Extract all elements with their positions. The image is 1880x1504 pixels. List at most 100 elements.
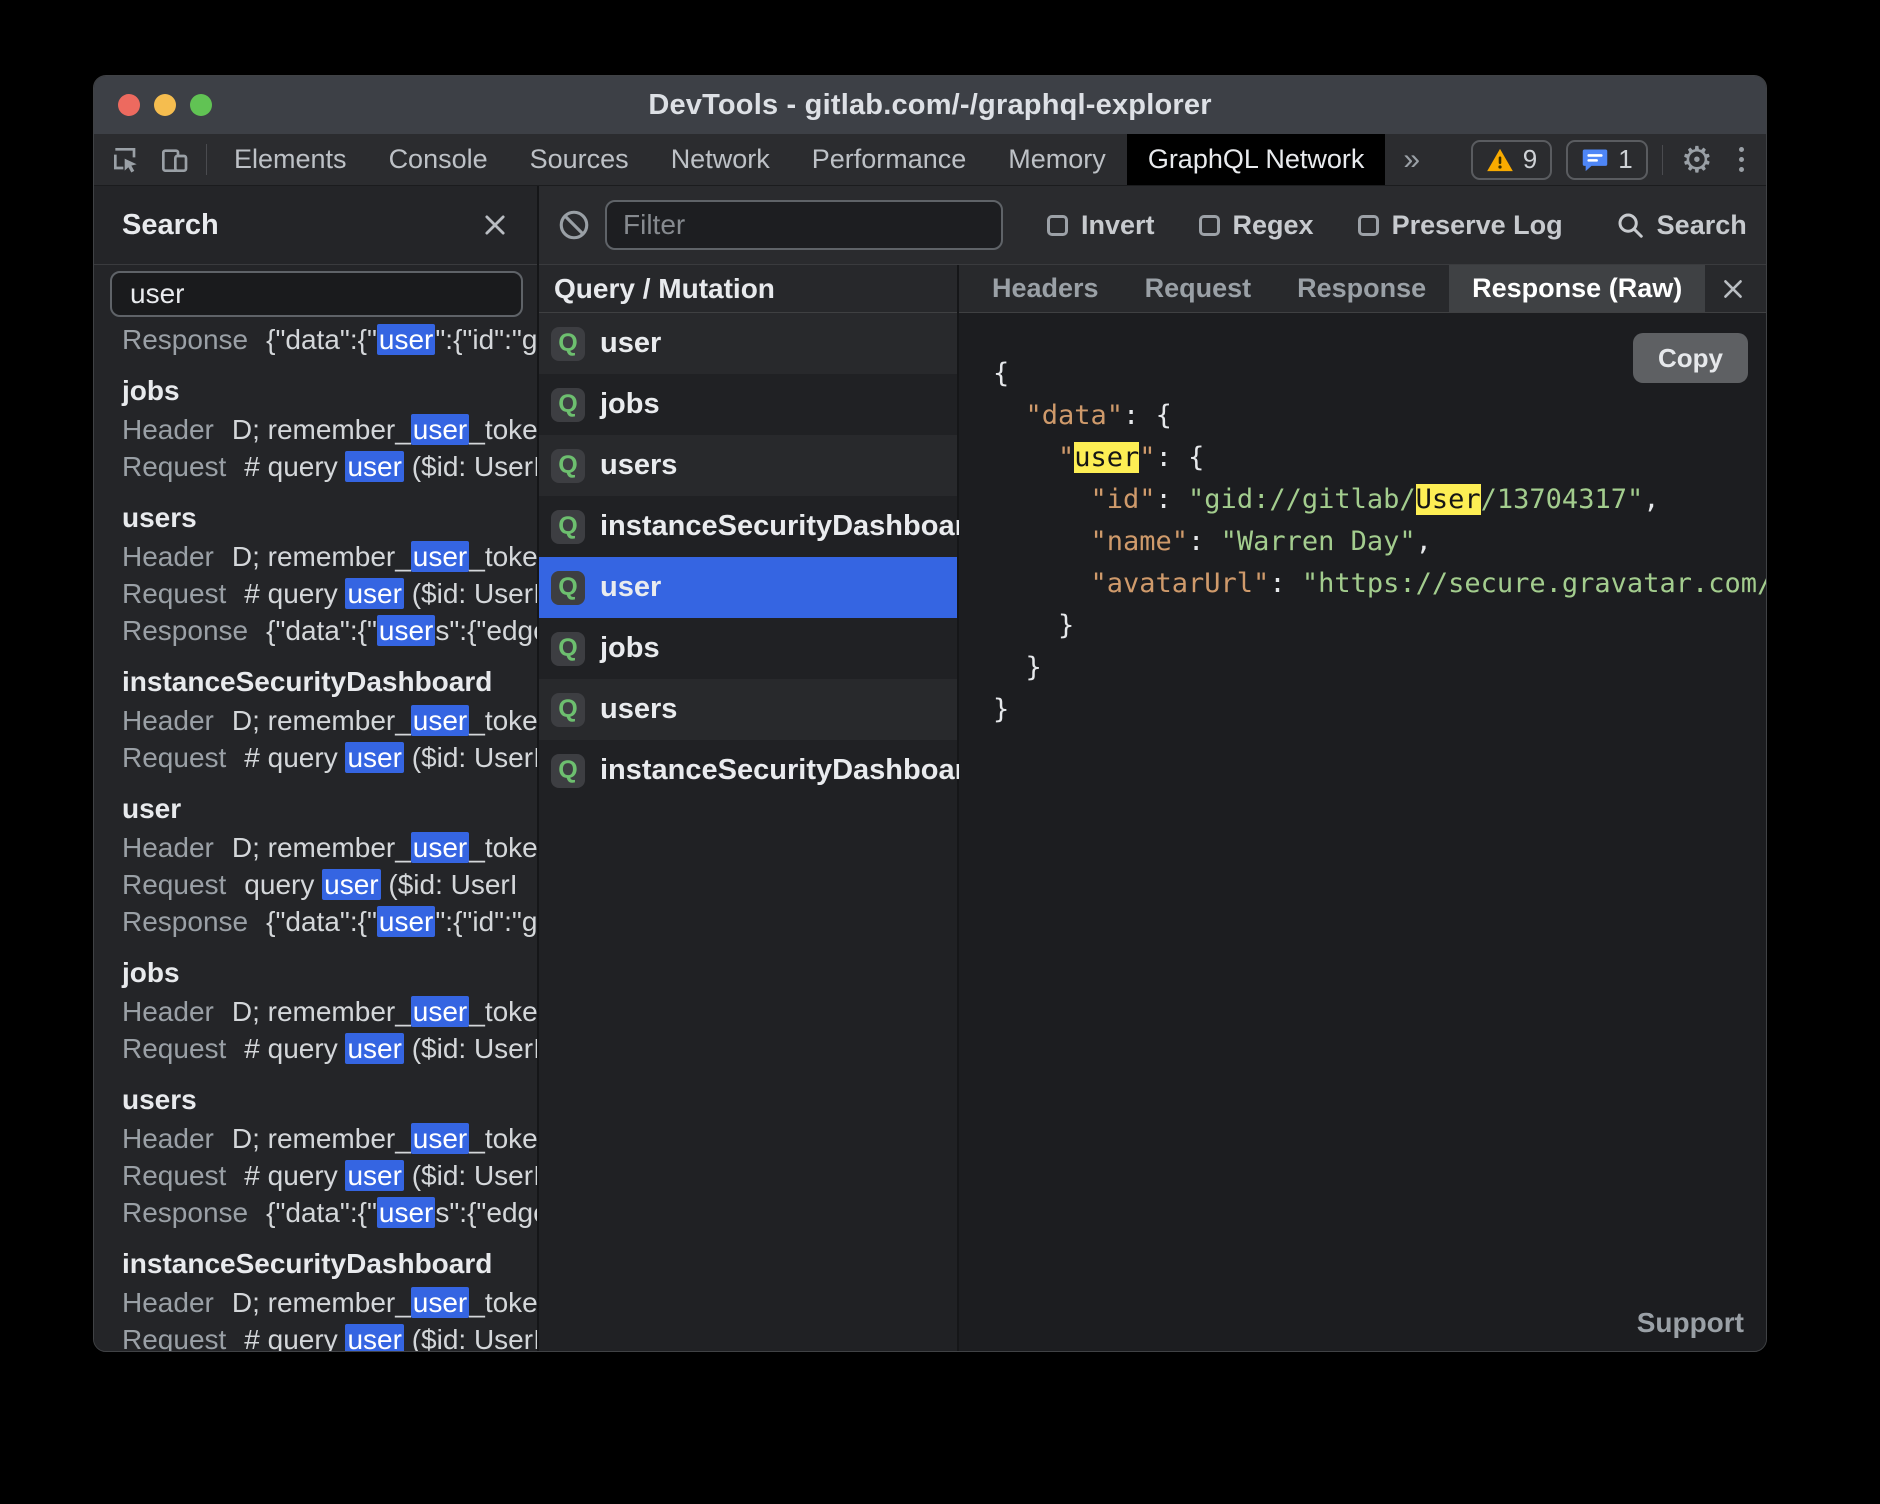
detail-tab-request[interactable]: Request <box>1122 265 1275 312</box>
block-icon[interactable] <box>557 208 591 242</box>
search-toggle[interactable]: Search <box>1615 210 1747 241</box>
query-row-user[interactable]: Quser <box>539 557 957 618</box>
json-token: : <box>1123 400 1156 431</box>
copy-button[interactable]: Copy <box>1633 333 1748 383</box>
kebab-menu-icon[interactable] <box>1731 147 1752 172</box>
minimize-window-button[interactable] <box>154 94 176 116</box>
zoom-window-button[interactable] <box>190 94 212 116</box>
search-result-line[interactable]: HeaderD; remember_user_token=e <box>122 993 537 1030</box>
json-token: , <box>1416 526 1432 557</box>
search-result-line[interactable]: HeaderD; remember_user_token=e <box>122 1120 537 1157</box>
search-result-line[interactable]: Response{"data":{"user":{"id":"gid <box>122 321 537 358</box>
query-type-badge: Q <box>551 632 585 666</box>
filter-input[interactable] <box>605 200 1003 250</box>
tab-network[interactable]: Network <box>650 134 791 185</box>
result-line-label: Header <box>122 414 214 445</box>
close-search-panel-icon[interactable] <box>481 211 509 239</box>
preserve-log-label: Preserve Log <box>1392 210 1563 241</box>
tab-memory[interactable]: Memory <box>987 134 1127 185</box>
search-result-line[interactable]: Request# query user ($id: UserI <box>122 1030 537 1067</box>
search-result-line[interactable]: Request# query user ($id: UserI <box>122 1321 537 1351</box>
filter-option-regex[interactable]: Regex <box>1199 210 1314 241</box>
result-text: D; remember_ <box>232 705 411 736</box>
result-text: D; remember_ <box>232 832 411 863</box>
detail-tab-bar: HeadersRequestResponseResponse (Raw) <box>959 265 1766 313</box>
query-row-users[interactable]: Qusers <box>539 679 957 740</box>
search-result-line[interactable]: Request# query user ($id: UserI <box>122 448 537 485</box>
search-result-line[interactable]: Request# query user ($id: UserI <box>122 739 537 776</box>
query-row-jobs[interactable]: Qjobs <box>539 374 957 435</box>
tab-elements[interactable]: Elements <box>213 134 368 185</box>
search-result-line[interactable]: Requestquery user ($id: UserI <box>122 866 537 903</box>
search-result-line[interactable]: Request# query user ($id: UserI <box>122 575 537 612</box>
tab-console[interactable]: Console <box>368 134 509 185</box>
detail-tab-headers[interactable]: Headers <box>969 265 1122 312</box>
tab-performance[interactable]: Performance <box>791 134 988 185</box>
settings-gear-icon[interactable]: ⚙ <box>1677 142 1717 178</box>
result-line-label: Header <box>122 832 214 863</box>
search-result-line[interactable]: HeaderD; remember_user_token=e <box>122 702 537 739</box>
warnings-badge[interactable]: 9 <box>1471 140 1552 180</box>
query-row-label: users <box>600 449 677 482</box>
query-row-user[interactable]: Quser <box>539 313 957 374</box>
query-row-label: instanceSecurityDashboard <box>600 754 984 787</box>
invert-checkbox[interactable] <box>1047 215 1068 236</box>
json-token: { <box>1188 442 1204 473</box>
search-result-line[interactable]: Response{"data":{"users":{"edges <box>122 1194 537 1231</box>
search-result-line[interactable]: HeaderD; remember_user_token=e <box>122 1284 537 1321</box>
result-text: # query <box>244 1033 345 1064</box>
match-highlight: user <box>322 869 380 900</box>
regex-checkbox[interactable] <box>1199 215 1220 236</box>
preserve-log-checkbox[interactable] <box>1358 215 1379 236</box>
result-text: {"data":{" <box>266 615 377 646</box>
detail-tab-response-raw[interactable]: Response (Raw) <box>1449 265 1705 312</box>
devtools-toolbar: ElementsConsoleSourcesNetworkPerformance… <box>94 134 1766 186</box>
search-input[interactable] <box>110 271 523 317</box>
result-line-label: Header <box>122 1123 214 1154</box>
query-row-label: user <box>600 571 661 604</box>
search-result-line[interactable]: Response{"data":{"user":{"id":"gi <box>122 903 537 940</box>
detail-tab-response[interactable]: Response <box>1274 265 1449 312</box>
search-result-line[interactable]: Request# query user ($id: UserI <box>122 1157 537 1194</box>
search-result-line[interactable]: HeaderD; remember_user_token=e <box>122 411 537 448</box>
match-highlight: user <box>345 451 403 482</box>
search-result-line[interactable]: Response{"data":{"users":{"edges <box>122 612 537 649</box>
warning-icon <box>1486 147 1514 173</box>
query-row-label: user <box>600 327 661 360</box>
toolbar-separator <box>206 144 207 175</box>
more-tabs-chevron-icon[interactable]: » <box>1385 134 1438 185</box>
result-text: query <box>244 869 322 900</box>
tab-sources[interactable]: Sources <box>509 134 650 185</box>
support-link[interactable]: Support <box>1637 1307 1744 1339</box>
filter-option-invert[interactable]: Invert <box>1047 210 1155 241</box>
query-row-instancesecuritydashboard[interactable]: QinstanceSecurityDashboard <box>539 496 957 557</box>
tab-graphql-network[interactable]: GraphQL Network <box>1127 134 1386 185</box>
invert-label: Invert <box>1081 210 1155 241</box>
devtools-window: DevTools - gitlab.com/-/graphql-explorer… <box>93 75 1767 1352</box>
search-result-line[interactable]: HeaderD; remember_user_token=e <box>122 538 537 575</box>
close-detail-icon[interactable] <box>1720 265 1746 312</box>
result-text: ($id: UserI <box>404 451 537 482</box>
query-row-jobs[interactable]: Qjobs <box>539 618 957 679</box>
result-line-label: Request <box>122 1324 226 1351</box>
result-text: {"data":{" <box>266 324 377 355</box>
query-row-instancesecuritydashboard[interactable]: QinstanceSecurityDashboard <box>539 740 957 801</box>
traffic-lights <box>118 76 212 134</box>
device-toolbar-icon[interactable] <box>158 144 190 176</box>
result-text: # query <box>244 451 345 482</box>
detail-panel: HeadersRequestResponseResponse (Raw) Cop… <box>959 265 1766 1351</box>
close-window-button[interactable] <box>118 94 140 116</box>
search-result-line[interactable]: HeaderD; remember_user_token=e <box>122 829 537 866</box>
issues-badge[interactable]: 1 <box>1566 140 1647 180</box>
inspect-element-icon[interactable] <box>110 144 142 176</box>
query-row-users[interactable]: Qusers <box>539 435 957 496</box>
result-text: # query <box>244 1324 345 1351</box>
filter-option-preserve-log[interactable]: Preserve Log <box>1358 210 1563 241</box>
match-highlight: user <box>411 1287 469 1318</box>
query-type-badge: Q <box>551 510 585 544</box>
result-text: # query <box>244 578 345 609</box>
json-token: } <box>993 694 1009 725</box>
result-text: # query <box>244 1160 345 1191</box>
result-text: _token=e <box>469 996 537 1027</box>
search-panel: Search Response{"data":{"user":{"id":"gi… <box>94 186 539 1351</box>
